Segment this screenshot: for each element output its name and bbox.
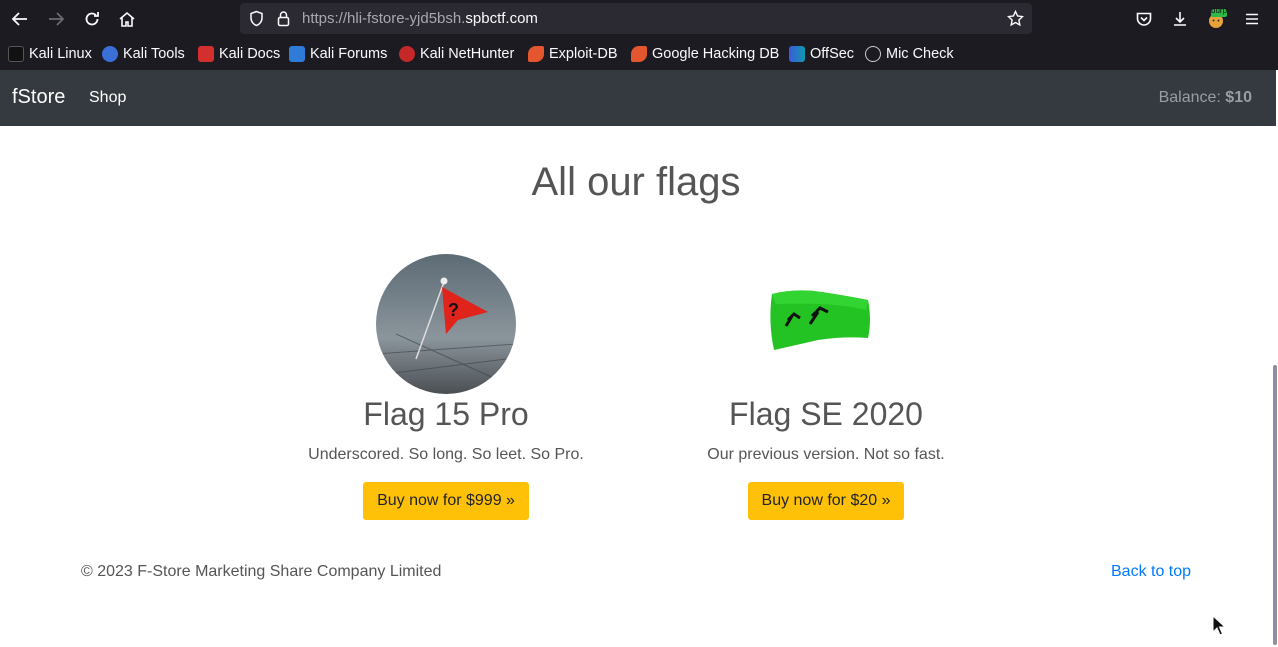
burp-badge-label: burp (1211, 6, 1228, 15)
product-title: Flag SE 2020 (729, 396, 923, 432)
product-card-flag-15-pro: ? Flag 15 Pro Underscored. So long. So l… (286, 254, 606, 520)
page-title: All our flags (531, 160, 741, 204)
flag-se-2020-image (756, 254, 896, 394)
shield-icon[interactable] (248, 10, 265, 27)
url-text[interactable]: https://hli-fstore-yjd5bsh.spbctf.com (302, 10, 538, 27)
exploit-db-icon (528, 46, 544, 62)
footer-copyright: © 2023 F-Store Marketing Share Company L… (81, 563, 442, 580)
nav-shop-link[interactable]: Shop (89, 89, 126, 107)
kali-docs-icon (198, 46, 214, 62)
url-bar[interactable]: https://hli-fstore-yjd5bsh.spbctf.com (240, 3, 1032, 34)
balance-value: $10 (1225, 89, 1252, 106)
bookmark-star-icon[interactable] (1006, 9, 1025, 27)
bookmark-google-hacking-db[interactable]: Google Hacking DB (631, 45, 779, 63)
nethunter-icon (399, 46, 415, 62)
globe-icon (865, 46, 881, 62)
back-to-top-link[interactable]: Back to top (1111, 563, 1191, 581)
browser-toolbar: https://hli-fstore-yjd5bsh.spbctf.com bu… (0, 0, 1278, 37)
product-title: Flag 15 Pro (363, 396, 529, 432)
buy-flag-15-pro-button[interactable]: Buy now for $999 » (363, 482, 529, 520)
balance-display: Balance: $10 (1158, 89, 1252, 106)
kali-tools-icon (102, 46, 118, 62)
scrollbar-thumb[interactable] (1273, 365, 1277, 645)
brand-logo[interactable]: fStore (12, 86, 65, 109)
kali-forums-icon (289, 46, 305, 62)
home-icon[interactable] (114, 6, 140, 32)
product-description: Our previous version. Not so fast. (707, 446, 945, 463)
bookmark-kali-docs[interactable]: Kali Docs (198, 45, 280, 63)
svg-text:?: ? (448, 300, 459, 320)
bookmark-kali-forums[interactable]: Kali Forums (289, 45, 387, 63)
flag-15-pro-image: ? (376, 254, 516, 394)
reload-icon[interactable] (79, 6, 105, 32)
bookmarks-bar: Kali Linux Kali Tools Kali Docs Kali For… (0, 37, 1278, 70)
ghdb-icon (631, 46, 647, 62)
back-arrow-icon[interactable] (7, 6, 33, 32)
kali-dragon-icon (8, 46, 24, 62)
pocket-icon[interactable] (1131, 6, 1157, 32)
burp-extension-icon[interactable]: burp (1203, 6, 1229, 32)
bookmark-mic-check[interactable]: Mic Check (865, 45, 954, 63)
bookmark-kali-linux[interactable]: Kali Linux (8, 45, 92, 63)
offsec-icon (789, 46, 805, 62)
product-description: Underscored. So long. So leet. So Pro. (308, 446, 584, 463)
forward-arrow-icon[interactable] (43, 6, 69, 32)
bookmark-offsec[interactable]: OffSec (789, 45, 854, 63)
lock-icon[interactable] (275, 10, 292, 27)
menu-hamburger-icon[interactable] (1239, 6, 1265, 32)
bookmark-kali-nethunter[interactable]: Kali NetHunter (399, 45, 514, 63)
mouse-cursor-icon (1212, 614, 1227, 642)
site-navbar: fStore Shop Balance: $10 (0, 70, 1276, 126)
bookmark-exploit-db[interactable]: Exploit-DB (528, 45, 618, 63)
download-icon[interactable] (1167, 6, 1193, 32)
bookmark-kali-tools[interactable]: Kali Tools (102, 45, 185, 63)
product-card-flag-se-2020: Flag SE 2020 Our previous version. Not s… (666, 254, 986, 520)
buy-flag-se-2020-button[interactable]: Buy now for $20 » (747, 482, 905, 520)
